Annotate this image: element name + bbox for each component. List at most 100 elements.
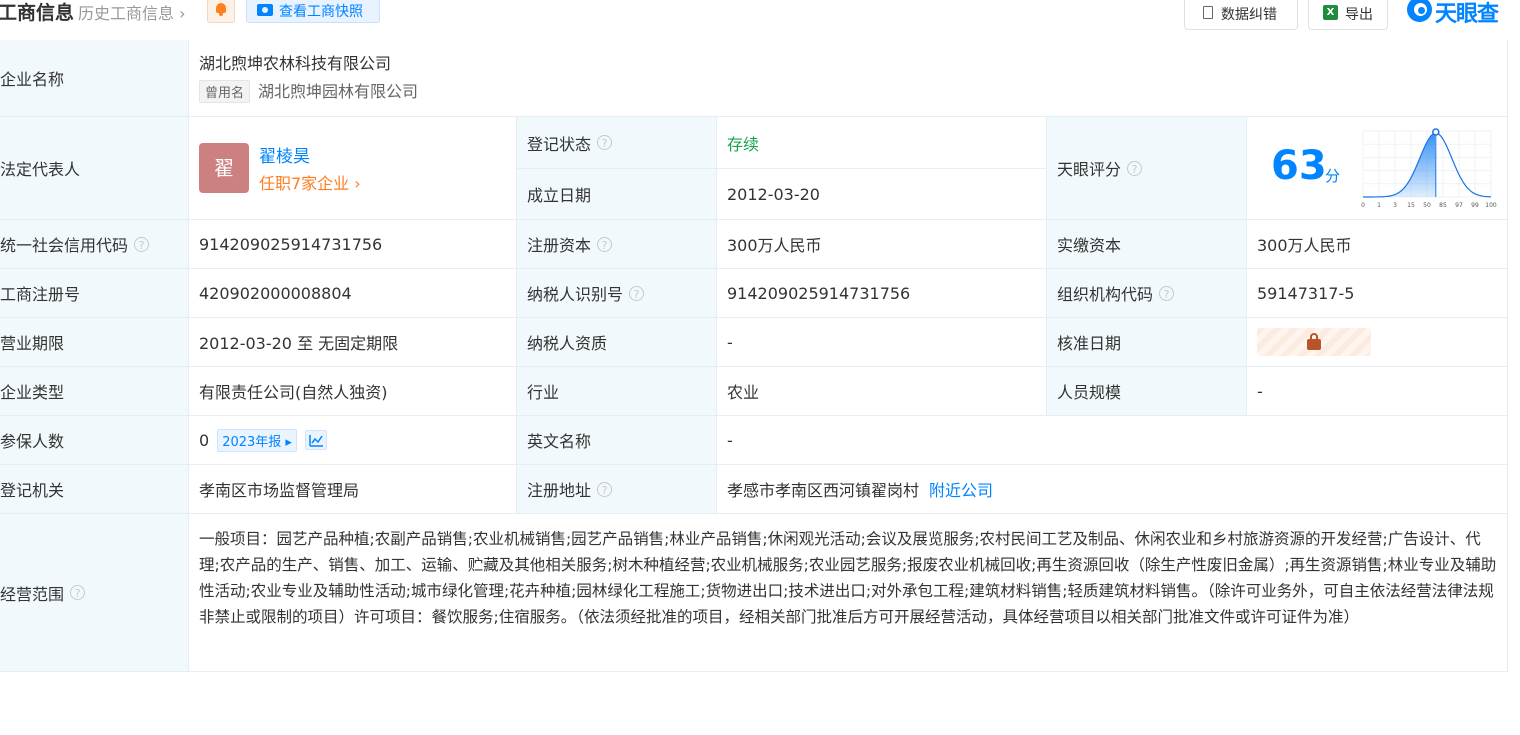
locked-value[interactable] (1257, 328, 1371, 356)
history-link[interactable]: 历史工商信息 › (78, 0, 186, 24)
reg-status-label-cell: 登记状态? (517, 117, 717, 169)
address: 孝感市孝南区西河镇翟岗村 (727, 481, 920, 500)
status-badge: 存续 (727, 134, 760, 154)
english-name: - (727, 430, 733, 450)
reg-capital-cell: 300万人民币 (717, 220, 1047, 269)
approval-date-cell (1247, 318, 1508, 367)
chevron-right-icon: › (174, 4, 186, 23)
org-code-label: 组织机构代码 (1057, 285, 1154, 304)
snapshot-button[interactable]: 查看工商快照 (246, 0, 380, 23)
scope-cell: 一般项目：园艺产品种植;农副产品销售;农业机械销售;园艺产品销售;林业产品销售;… (189, 514, 1508, 672)
tianyancha-logo-icon (1407, 0, 1432, 22)
question-icon[interactable]: ? (597, 481, 613, 497)
question-icon[interactable]: ? (1127, 160, 1143, 176)
type-label-cell: 企业类型 (0, 367, 189, 416)
legal-rep-positions-link[interactable]: 任职7家企业 › (259, 170, 361, 194)
follow-button[interactable] (207, 0, 235, 23)
nearby-companies-link[interactable]: 附近公司 (929, 477, 993, 501)
credit-code-label: 统一社会信用代码 (0, 236, 129, 255)
legal-rep-name[interactable]: 翟棱昊 (259, 142, 310, 167)
section-title: 工商信息 (0, 2, 75, 24)
legal-rep-label-cell: 法定代表人 (0, 117, 189, 220)
taxpayer-id: 914209025914731756 (727, 283, 911, 303)
header-bar: 工商信息 历史工商信息 › 查看工商快照 数据纠错 X 导出 天眼查 (0, 0, 1520, 30)
excel-icon: X (1323, 5, 1338, 20)
paid-capital: 300万人民币 (1257, 236, 1352, 255)
insured-cell: 0 2023年报 ▸ (189, 416, 517, 465)
taxpayer-qual-cell: - (717, 318, 1047, 367)
former-name: 湖北煦坤园林有限公司 (258, 82, 419, 101)
type-label: 企业类型 (0, 383, 65, 402)
term-cell: 2012-03-20 至 无固定期限 (189, 318, 517, 367)
legal-rep-label: 法定代表人 (0, 160, 81, 179)
score-cell[interactable]: 63 分 0 1 3 15 50 85 97 99 100 (1247, 117, 1508, 220)
question-icon[interactable]: ? (597, 236, 613, 252)
question-icon[interactable]: ? (629, 285, 645, 301)
industry-cell: 农业 (717, 367, 1047, 416)
authority-label-cell: 登记机关 (0, 465, 189, 514)
score-tick-label: 0 (1361, 202, 1365, 209)
export-label: 导出 (1345, 7, 1373, 23)
score-tick-label: 15 (1407, 202, 1415, 209)
english-name-cell: - (717, 416, 1508, 465)
question-icon[interactable]: ? (134, 236, 150, 252)
taxpayer-id-cell: 914209025914731756 (717, 269, 1047, 318)
chevron-right-icon: › (349, 174, 361, 193)
est-date-label-cell: 成立日期 (517, 169, 717, 220)
insured-label: 参保人数 (0, 432, 65, 451)
score-value: 63 (1271, 143, 1327, 189)
taxpayer-id-label-cell: 纳税人识别号? (517, 269, 717, 318)
question-icon[interactable]: ? (70, 585, 86, 600)
correction-button[interactable]: 数据纠错 (1184, 0, 1298, 30)
score-label-cell: 天眼评分? (1047, 117, 1247, 220)
taxpayer-id-label: 纳税人识别号 (527, 285, 624, 304)
score-unit: 分 (1325, 167, 1341, 185)
annual-report-label: 2023年报 (222, 434, 282, 450)
score-tick-label: 85 (1439, 202, 1447, 209)
industry-label-cell: 行业 (517, 367, 717, 416)
reg-capital: 300万人民币 (727, 236, 822, 255)
annual-report-button[interactable]: 2023年报 ▸ (217, 428, 297, 452)
bell-clapper (219, 13, 223, 16)
former-name-row: 曾用名 湖北煦坤园林有限公司 (199, 78, 1497, 103)
reg-capital-label: 注册资本 (527, 236, 592, 255)
score-tick-label: 1 (1377, 202, 1381, 209)
insured-label-cell: 参保人数 (0, 416, 189, 465)
industry: 农业 (727, 383, 760, 402)
paid-capital-label-cell: 实缴资本 (1047, 220, 1247, 269)
camera-icon (257, 4, 273, 16)
avatar[interactable]: 翟 (199, 143, 249, 193)
address-label-cell: 注册地址? (517, 465, 717, 514)
legal-rep-positions[interactable]: 任职7家企业 (259, 174, 349, 193)
company-name-cell: 湖北煦坤农林科技有限公司 曾用名 湖北煦坤园林有限公司 (189, 40, 1508, 117)
score-tick-label: 99 (1471, 202, 1479, 209)
english-name-label-cell: 英文名称 (517, 416, 717, 465)
taxpayer-qual-label: 纳税人资质 (527, 334, 608, 353)
question-icon[interactable]: ? (1159, 285, 1175, 301)
biz-reg-no-cell: 420902000008804 (189, 269, 517, 318)
trend-chart-button[interactable] (304, 430, 327, 450)
history-link-label[interactable]: 历史工商信息 (78, 4, 174, 23)
credit-code-cell: 914209025914731756 (189, 220, 517, 269)
address-cell: 孝感市孝南区西河镇翟岗村 附近公司 (717, 465, 1508, 514)
biz-reg-no-label-cell: 工商注册号 (0, 269, 189, 318)
question-icon[interactable]: ? (597, 135, 613, 150)
score-tick-label: 50 (1423, 202, 1431, 209)
company-name-label: 企业名称 (0, 70, 65, 89)
org-code: 59147317-5 (1257, 283, 1355, 303)
taxpayer-qual-label-cell: 纳税人资质 (517, 318, 717, 367)
lock-icon (1307, 339, 1321, 350)
reg-capital-label-cell: 注册资本? (517, 220, 717, 269)
authority: 孝南区市场监督管理局 (199, 481, 360, 500)
staff-size: - (1257, 381, 1263, 401)
former-name-tag: 曾用名 (199, 80, 251, 103)
term-label-cell: 营业期限 (0, 318, 189, 367)
score-distribution-chart: 0 1 3 15 50 85 97 99 100 (1361, 128, 1497, 209)
company-type: 有限责任公司(自然人独资) (199, 383, 388, 402)
industry-label: 行业 (527, 383, 560, 402)
staff-size-label-cell: 人员规模 (1047, 367, 1247, 416)
approval-date-label: 核准日期 (1057, 334, 1122, 353)
insured-count: 0 (199, 430, 210, 450)
biz-reg-no: 420902000008804 (199, 283, 352, 303)
export-button[interactable]: X 导出 (1308, 0, 1388, 30)
